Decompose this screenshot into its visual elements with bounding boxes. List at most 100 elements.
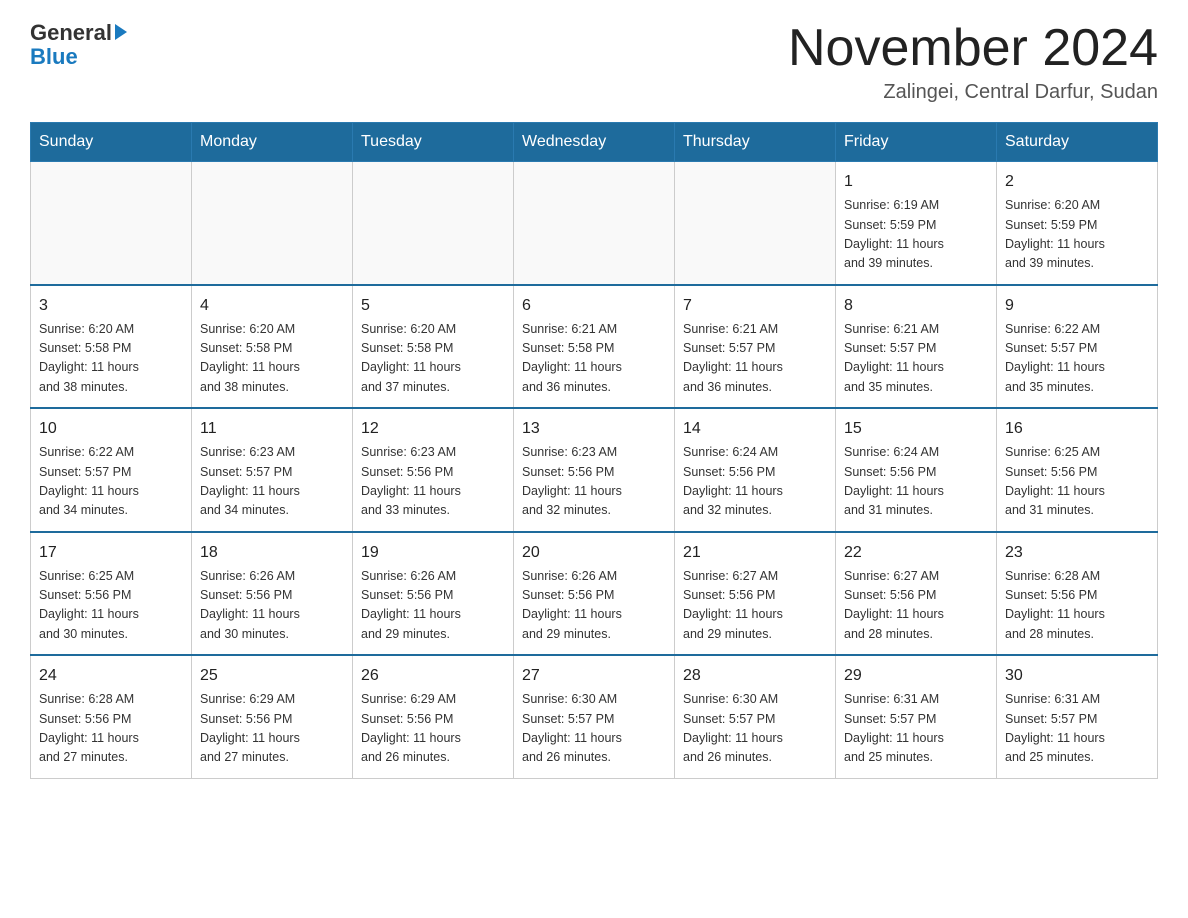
- calendar-cell: 15Sunrise: 6:24 AMSunset: 5:56 PMDayligh…: [836, 408, 997, 532]
- day-info: Sunrise: 6:23 AMSunset: 5:56 PMDaylight:…: [361, 443, 505, 521]
- calendar-cell: 27Sunrise: 6:30 AMSunset: 5:57 PMDayligh…: [514, 655, 675, 778]
- calendar-cell: 14Sunrise: 6:24 AMSunset: 5:56 PMDayligh…: [675, 408, 836, 532]
- calendar-week-row: 10Sunrise: 6:22 AMSunset: 5:57 PMDayligh…: [31, 408, 1158, 532]
- day-number: 27: [522, 664, 666, 688]
- day-number: 4: [200, 294, 344, 318]
- page-header: General Blue November 2024 Zalingei, Cen…: [30, 20, 1158, 104]
- calendar-cell: [514, 162, 675, 285]
- calendar-cell: 12Sunrise: 6:23 AMSunset: 5:56 PMDayligh…: [353, 408, 514, 532]
- calendar-cell: 8Sunrise: 6:21 AMSunset: 5:57 PMDaylight…: [836, 285, 997, 409]
- day-info: Sunrise: 6:31 AMSunset: 5:57 PMDaylight:…: [1005, 690, 1149, 768]
- day-info: Sunrise: 6:22 AMSunset: 5:57 PMDaylight:…: [1005, 320, 1149, 398]
- day-info: Sunrise: 6:23 AMSunset: 5:57 PMDaylight:…: [200, 443, 344, 521]
- calendar-cell: 20Sunrise: 6:26 AMSunset: 5:56 PMDayligh…: [514, 532, 675, 656]
- calendar-cell: 28Sunrise: 6:30 AMSunset: 5:57 PMDayligh…: [675, 655, 836, 778]
- calendar-cell: [353, 162, 514, 285]
- calendar-table: SundayMondayTuesdayWednesdayThursdayFrid…: [30, 122, 1158, 779]
- logo-arrow-icon: [115, 24, 127, 40]
- day-info: Sunrise: 6:29 AMSunset: 5:56 PMDaylight:…: [361, 690, 505, 768]
- day-info: Sunrise: 6:26 AMSunset: 5:56 PMDaylight:…: [361, 567, 505, 645]
- calendar-cell: 19Sunrise: 6:26 AMSunset: 5:56 PMDayligh…: [353, 532, 514, 656]
- day-info: Sunrise: 6:31 AMSunset: 5:57 PMDaylight:…: [844, 690, 988, 768]
- calendar-cell: 29Sunrise: 6:31 AMSunset: 5:57 PMDayligh…: [836, 655, 997, 778]
- day-info: Sunrise: 6:25 AMSunset: 5:56 PMDaylight:…: [1005, 443, 1149, 521]
- logo-general: General: [30, 20, 112, 46]
- calendar-week-row: 17Sunrise: 6:25 AMSunset: 5:56 PMDayligh…: [31, 532, 1158, 656]
- day-info: Sunrise: 6:22 AMSunset: 5:57 PMDaylight:…: [39, 443, 183, 521]
- calendar-cell: 21Sunrise: 6:27 AMSunset: 5:56 PMDayligh…: [675, 532, 836, 656]
- day-info: Sunrise: 6:27 AMSunset: 5:56 PMDaylight:…: [844, 567, 988, 645]
- day-number: 10: [39, 417, 183, 441]
- calendar-cell: 23Sunrise: 6:28 AMSunset: 5:56 PMDayligh…: [997, 532, 1158, 656]
- calendar-cell: 3Sunrise: 6:20 AMSunset: 5:58 PMDaylight…: [31, 285, 192, 409]
- day-info: Sunrise: 6:24 AMSunset: 5:56 PMDaylight:…: [844, 443, 988, 521]
- day-number: 1: [844, 170, 988, 194]
- day-info: Sunrise: 6:29 AMSunset: 5:56 PMDaylight:…: [200, 690, 344, 768]
- day-number: 30: [1005, 664, 1149, 688]
- day-number: 3: [39, 294, 183, 318]
- day-number: 5: [361, 294, 505, 318]
- day-number: 6: [522, 294, 666, 318]
- calendar-week-row: 3Sunrise: 6:20 AMSunset: 5:58 PMDaylight…: [31, 285, 1158, 409]
- calendar-cell: 5Sunrise: 6:20 AMSunset: 5:58 PMDaylight…: [353, 285, 514, 409]
- calendar-cell: 1Sunrise: 6:19 AMSunset: 5:59 PMDaylight…: [836, 162, 997, 285]
- day-info: Sunrise: 6:20 AMSunset: 5:58 PMDaylight:…: [361, 320, 505, 398]
- day-number: 19: [361, 541, 505, 565]
- day-number: 7: [683, 294, 827, 318]
- calendar-week-row: 1Sunrise: 6:19 AMSunset: 5:59 PMDaylight…: [31, 162, 1158, 285]
- day-number: 12: [361, 417, 505, 441]
- day-number: 23: [1005, 541, 1149, 565]
- calendar-cell: 26Sunrise: 6:29 AMSunset: 5:56 PMDayligh…: [353, 655, 514, 778]
- day-number: 21: [683, 541, 827, 565]
- day-number: 9: [1005, 294, 1149, 318]
- location-text: Zalingei, Central Darfur, Sudan: [788, 81, 1158, 104]
- header-sunday: Sunday: [31, 123, 192, 162]
- day-info: Sunrise: 6:27 AMSunset: 5:56 PMDaylight:…: [683, 567, 827, 645]
- day-info: Sunrise: 6:26 AMSunset: 5:56 PMDaylight:…: [522, 567, 666, 645]
- day-info: Sunrise: 6:21 AMSunset: 5:57 PMDaylight:…: [844, 320, 988, 398]
- logo-blue: Blue: [30, 44, 78, 70]
- day-number: 16: [1005, 417, 1149, 441]
- calendar-cell: 10Sunrise: 6:22 AMSunset: 5:57 PMDayligh…: [31, 408, 192, 532]
- calendar-cell: 2Sunrise: 6:20 AMSunset: 5:59 PMDaylight…: [997, 162, 1158, 285]
- calendar-cell: 16Sunrise: 6:25 AMSunset: 5:56 PMDayligh…: [997, 408, 1158, 532]
- header-monday: Monday: [192, 123, 353, 162]
- calendar-cell: 4Sunrise: 6:20 AMSunset: 5:58 PMDaylight…: [192, 285, 353, 409]
- calendar-cell: 7Sunrise: 6:21 AMSunset: 5:57 PMDaylight…: [675, 285, 836, 409]
- day-info: Sunrise: 6:20 AMSunset: 5:58 PMDaylight:…: [200, 320, 344, 398]
- day-info: Sunrise: 6:28 AMSunset: 5:56 PMDaylight:…: [1005, 567, 1149, 645]
- calendar-cell: [675, 162, 836, 285]
- calendar-cell: 30Sunrise: 6:31 AMSunset: 5:57 PMDayligh…: [997, 655, 1158, 778]
- day-info: Sunrise: 6:21 AMSunset: 5:58 PMDaylight:…: [522, 320, 666, 398]
- header-tuesday: Tuesday: [353, 123, 514, 162]
- day-number: 8: [844, 294, 988, 318]
- header-friday: Friday: [836, 123, 997, 162]
- day-number: 26: [361, 664, 505, 688]
- calendar-cell: [31, 162, 192, 285]
- header-wednesday: Wednesday: [514, 123, 675, 162]
- header-saturday: Saturday: [997, 123, 1158, 162]
- day-info: Sunrise: 6:19 AMSunset: 5:59 PMDaylight:…: [844, 196, 988, 274]
- calendar-cell: 18Sunrise: 6:26 AMSunset: 5:56 PMDayligh…: [192, 532, 353, 656]
- day-number: 18: [200, 541, 344, 565]
- day-info: Sunrise: 6:26 AMSunset: 5:56 PMDaylight:…: [200, 567, 344, 645]
- day-info: Sunrise: 6:21 AMSunset: 5:57 PMDaylight:…: [683, 320, 827, 398]
- calendar-cell: 25Sunrise: 6:29 AMSunset: 5:56 PMDayligh…: [192, 655, 353, 778]
- calendar-cell: 13Sunrise: 6:23 AMSunset: 5:56 PMDayligh…: [514, 408, 675, 532]
- calendar-cell: [192, 162, 353, 285]
- day-number: 14: [683, 417, 827, 441]
- day-number: 25: [200, 664, 344, 688]
- day-number: 17: [39, 541, 183, 565]
- day-info: Sunrise: 6:28 AMSunset: 5:56 PMDaylight:…: [39, 690, 183, 768]
- day-number: 22: [844, 541, 988, 565]
- calendar-cell: 11Sunrise: 6:23 AMSunset: 5:57 PMDayligh…: [192, 408, 353, 532]
- calendar-header-row: SundayMondayTuesdayWednesdayThursdayFrid…: [31, 123, 1158, 162]
- day-info: Sunrise: 6:30 AMSunset: 5:57 PMDaylight:…: [522, 690, 666, 768]
- day-info: Sunrise: 6:20 AMSunset: 5:58 PMDaylight:…: [39, 320, 183, 398]
- calendar-cell: 6Sunrise: 6:21 AMSunset: 5:58 PMDaylight…: [514, 285, 675, 409]
- calendar-week-row: 24Sunrise: 6:28 AMSunset: 5:56 PMDayligh…: [31, 655, 1158, 778]
- day-info: Sunrise: 6:20 AMSunset: 5:59 PMDaylight:…: [1005, 196, 1149, 274]
- day-number: 15: [844, 417, 988, 441]
- day-number: 29: [844, 664, 988, 688]
- logo: General Blue: [30, 20, 127, 70]
